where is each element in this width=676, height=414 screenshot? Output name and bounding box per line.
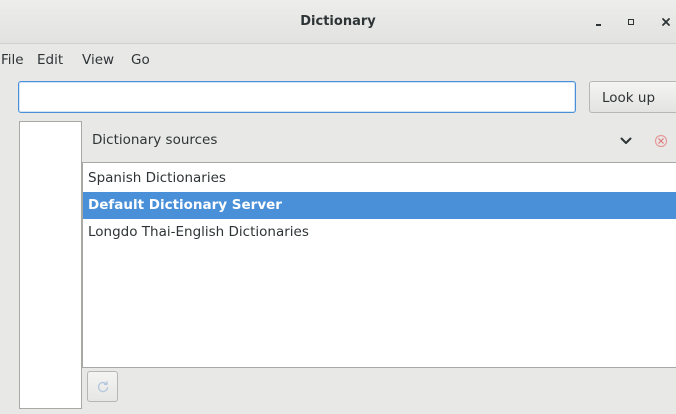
lookup-button[interactable]: Look up: [589, 81, 676, 113]
refresh-icon: [97, 381, 109, 393]
sidebar-pane: [19, 121, 82, 409]
window-title: Dictionary: [300, 14, 376, 29]
search-input[interactable]: [18, 81, 576, 113]
close-icon[interactable]: [660, 15, 674, 29]
dictionary-sources-panel: Dictionary sources Spanish Dictionaries …: [82, 121, 676, 409]
list-item-default-server[interactable]: Default Dictionary Server: [83, 192, 676, 219]
minimize-icon[interactable]: [593, 15, 607, 29]
chevron-down-icon[interactable]: [618, 133, 634, 149]
refresh-button[interactable]: [87, 371, 118, 402]
menu-file[interactable]: File: [1, 44, 24, 76]
title-bar[interactable]: Dictionary: [0, 0, 676, 44]
maximize-icon[interactable]: [626, 15, 640, 29]
dictionary-window: Dictionary File Edit View Go Look up Dic…: [0, 0, 676, 414]
remove-source-icon[interactable]: [653, 133, 669, 149]
list-item-longdo-thai[interactable]: Longdo Thai-English Dictionaries: [83, 219, 676, 246]
sources-title: Dictionary sources: [92, 132, 218, 148]
menu-view[interactable]: View: [82, 44, 114, 76]
menu-edit[interactable]: Edit: [37, 44, 63, 76]
sources-list[interactable]: Spanish Dictionaries Default Dictionary …: [82, 162, 676, 368]
sources-header: Dictionary sources: [82, 121, 676, 162]
menu-bar: File Edit View Go: [0, 44, 676, 76]
list-item-spanish[interactable]: Spanish Dictionaries: [83, 165, 676, 192]
menu-go[interactable]: Go: [131, 44, 150, 76]
